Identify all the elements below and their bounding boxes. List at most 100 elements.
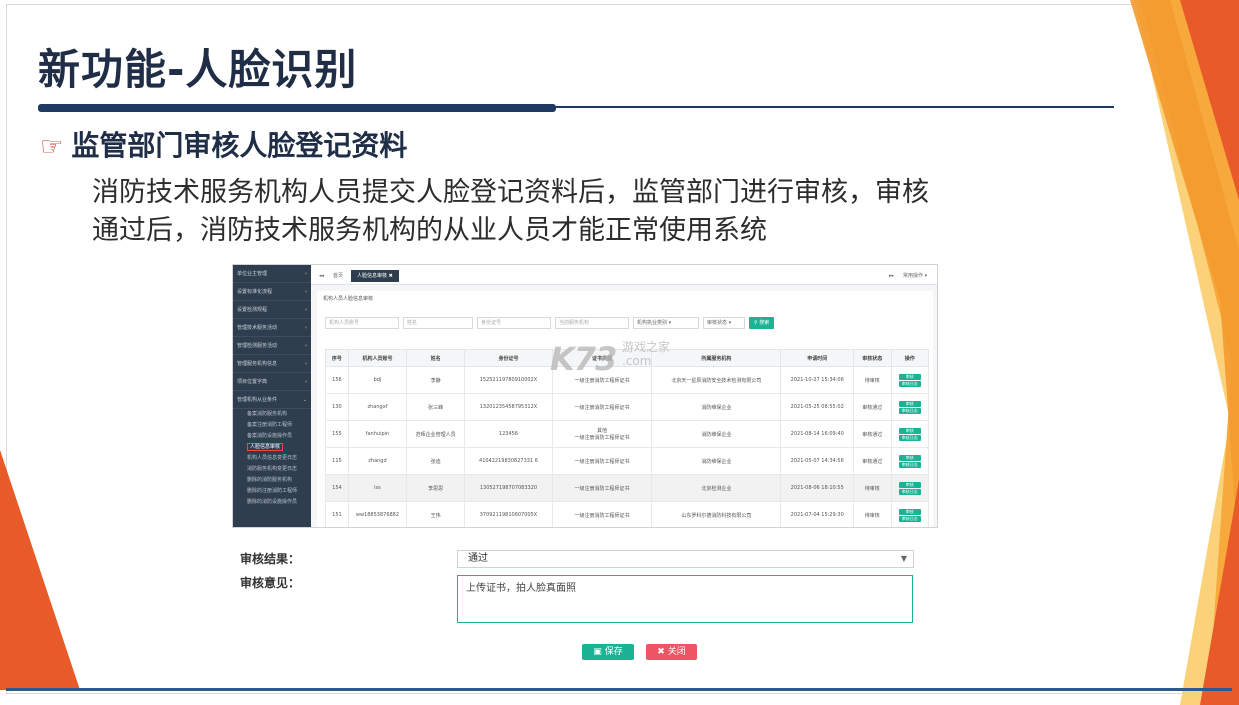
table-cell: 一级注册消防工程师证书 bbox=[551, 501, 653, 527]
sidebar-subitem[interactable]: 消防服务机构变更日志 bbox=[233, 464, 311, 475]
review-button[interactable]: 审核 bbox=[898, 373, 921, 380]
table-cell: 15252119780910002X bbox=[464, 366, 553, 394]
chevron-left-icon: ‹ bbox=[305, 289, 307, 295]
review-button[interactable]: 审核 bbox=[898, 454, 921, 461]
sidebar-item-label: 管理机构从业条件 bbox=[237, 397, 278, 403]
table-cell: 北京检测企业 bbox=[651, 474, 782, 502]
close-icon: ✖ bbox=[657, 647, 665, 657]
sidebar-item[interactable]: 单位业主管理 ‹ bbox=[233, 265, 311, 283]
sidebar-subitem[interactable]: 备案注册消防工程师 bbox=[233, 420, 311, 431]
table-row: 155 fanhuipin 范晖企业管理人员 123456 其他 一级注册消防工程师证书… bbox=[325, 420, 930, 448]
sidebar-subitem[interactable]: 删除的注册消防工程师 bbox=[233, 486, 311, 497]
status-filter-select[interactable]: 审核状态 ▾ bbox=[703, 317, 745, 329]
table-cell: zhangxf bbox=[347, 393, 408, 421]
right-decoration bbox=[1130, 0, 1239, 705]
table-cell: 李静 bbox=[406, 366, 466, 394]
common-operations-menu[interactable]: 常用操作 ▾ bbox=[897, 270, 933, 282]
watermark: K73 游戏之家 .com bbox=[550, 340, 670, 378]
chevron-left-icon: ‹ bbox=[305, 307, 307, 313]
close-button[interactable]: ✖ 关闭 bbox=[646, 644, 697, 660]
table-cell: 156 bbox=[325, 366, 349, 394]
table-row: 154 lss 李思思 130527198707083320 一级注册消防工程师证书 北京… bbox=[325, 474, 930, 502]
sidebar-item-label: 设置检测规程 bbox=[237, 307, 268, 313]
sidebar-item-label: 管理技术服务活动 bbox=[237, 325, 278, 331]
table-cell: 2021-08-06 18:10:55 bbox=[780, 474, 855, 502]
table-cell: 2021-05-07 14:34:56 bbox=[780, 447, 855, 475]
review-log-button[interactable]: 审核日志 bbox=[898, 515, 921, 522]
tab-home[interactable]: 首页 bbox=[327, 270, 349, 282]
chevron-left-icon: ‹ bbox=[305, 379, 307, 385]
table-cell: 2021-10-27 15:34:06 bbox=[780, 366, 855, 394]
filter-bar: 机构人员账号 姓名 身份证号 当前服务机构 机构执业类别 ▾ 审核状态 ▾ ⚲ … bbox=[325, 317, 775, 329]
table-cell-actions: 审核 审核日志 bbox=[890, 447, 930, 475]
org-filter-input[interactable]: 当前服务机构 bbox=[555, 317, 629, 329]
column-header: 审核状态 bbox=[853, 349, 892, 367]
sidebar-subitem[interactable]: 备案消防服务机构 bbox=[233, 409, 311, 420]
table-cell: 123456 bbox=[464, 420, 553, 448]
save-icon: ▣ bbox=[593, 647, 602, 657]
table-cell: 北京天一星辰消防安全技术检测有限公司 bbox=[651, 366, 782, 394]
save-button[interactable]: ▣ 保存 bbox=[582, 644, 634, 660]
chevron-left-icon: ‹ bbox=[305, 343, 307, 349]
sidebar-item[interactable]: 管理技术服务活动 ‹ bbox=[233, 319, 311, 337]
table-cell: zhangd bbox=[347, 447, 408, 475]
chevron-left-icon: ‹ bbox=[305, 361, 307, 367]
result-select[interactable]: 通过 ▼ bbox=[457, 550, 914, 568]
table-cell: lss bbox=[347, 474, 408, 502]
table-cell: 2021-05-25 08:55:02 bbox=[780, 393, 855, 421]
review-log-button[interactable]: 审核日志 bbox=[898, 461, 921, 468]
table-cell: 2021-08-14 16:09:40 bbox=[780, 420, 855, 448]
sidebar-subitem[interactable]: 删除的消防设施操作员 bbox=[233, 497, 311, 508]
sidebar-subitem[interactable]: 删除的消防服务机构 bbox=[233, 475, 311, 486]
name-filter-input[interactable]: 姓名 bbox=[403, 317, 473, 329]
table-cell: 待审核 bbox=[853, 366, 892, 394]
table-cell: 一级注册消防工程师证书 bbox=[551, 447, 653, 475]
review-log-button[interactable]: 审核日志 bbox=[898, 407, 921, 414]
watermark-brand: K73 bbox=[550, 340, 617, 378]
review-button[interactable]: 审核 bbox=[898, 481, 921, 488]
slide-title: 新功能-人脸识别 bbox=[38, 45, 358, 94]
review-table: 序号 机构人员账号 姓名 身份证号 证书类型 所属服务机构 申请时间 审核状态 … bbox=[325, 349, 930, 527]
sidebar-subitem-active[interactable]: 人脸信息审核 bbox=[233, 442, 311, 453]
tab-face-review[interactable]: 人脸信息审核 ✖ bbox=[351, 270, 399, 282]
breadcrumb: 机构人员人脸信息审核 bbox=[323, 296, 374, 302]
watermark-text: 游戏之家 .com bbox=[622, 340, 671, 368]
table-cell: 154 bbox=[325, 474, 349, 502]
app-screenshot: 单位业主管理 ‹ 设置标准化流程 ‹ 设置检测规程 ‹ 管理技术服务活动 ‹ 管理检测服… bbox=[232, 264, 938, 528]
id-filter-input[interactable]: 身份证号 bbox=[477, 317, 551, 329]
sidebar-subitem[interactable]: 备案消防设施操作员 bbox=[233, 431, 311, 442]
table-cell: ww18853876882 bbox=[347, 501, 408, 527]
review-button[interactable]: 审核 bbox=[898, 508, 921, 515]
account-filter-input[interactable]: 机构人员账号 bbox=[325, 317, 399, 329]
sidebar-item-label: 管理服务机构信息 bbox=[237, 361, 278, 367]
sidebar-item[interactable]: 设置检测规程 ‹ bbox=[233, 301, 311, 319]
sidebar-item-label: 单位业主管理 bbox=[237, 271, 268, 277]
sidebar-item[interactable]: 项目位置字典 ‹ bbox=[233, 373, 311, 391]
sidebar-item-label: 管理检测服务活动 bbox=[237, 343, 278, 349]
column-header: 姓名 bbox=[406, 349, 466, 367]
sidebar-item[interactable]: 管理检测服务活动 ‹ bbox=[233, 337, 311, 355]
paragraph-line-1: 消防技术服务机构人员提交人脸登记资料后，监管部门进行审核，审核 bbox=[92, 177, 929, 208]
review-log-button[interactable]: 审核日志 bbox=[898, 380, 921, 387]
review-button[interactable]: 审核 bbox=[898, 400, 921, 407]
paragraph-line-2: 通过后，消防技术服务机构的从业人员才能正常使用系统 bbox=[92, 215, 767, 246]
sidebar-subitem[interactable]: 机构人员信息变更日志 bbox=[233, 453, 311, 464]
sidebar-item-expanded[interactable]: 管理机构从业条件 ⌄ bbox=[233, 391, 311, 409]
table-cell: 2021-07-04 15:29:30 bbox=[780, 501, 855, 527]
title-underline-thick bbox=[38, 104, 556, 112]
type-filter-select[interactable]: 机构执业类别 ▾ bbox=[633, 317, 699, 329]
search-icon: ⚲ bbox=[754, 320, 758, 326]
review-log-button[interactable]: 审核日志 bbox=[898, 488, 921, 495]
column-header: 所属服务机构 bbox=[651, 349, 782, 367]
sidebar-item[interactable]: 管理服务机构信息 ‹ bbox=[233, 355, 311, 373]
table-cell: 41042219830827331 6 bbox=[464, 447, 553, 475]
review-button[interactable]: 审核 bbox=[898, 427, 921, 434]
table-cell-actions: 审核 审核日志 bbox=[890, 501, 930, 527]
sidebar-item[interactable]: 设置标准化流程 ‹ bbox=[233, 283, 311, 301]
pointing-hand-icon: ☞ bbox=[40, 132, 64, 162]
review-log-button[interactable]: 审核日志 bbox=[898, 434, 921, 441]
opinion-textarea[interactable]: 上传证书，拍人脸真面照 bbox=[457, 575, 913, 623]
search-button[interactable]: ⚲ 搜索 bbox=[749, 317, 775, 329]
chevron-left-icon: ‹ bbox=[305, 325, 307, 331]
column-header: 身份证号 bbox=[464, 349, 553, 367]
